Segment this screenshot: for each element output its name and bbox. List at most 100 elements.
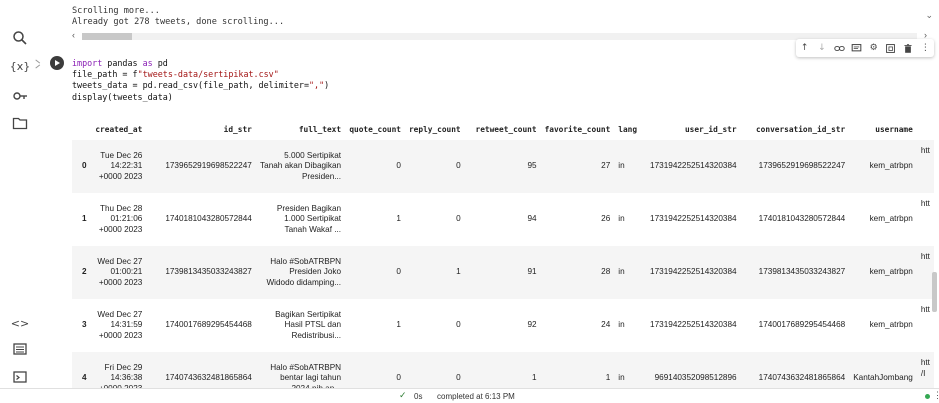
- row-index: 3: [82, 320, 87, 330]
- cell-reply-count: 0: [456, 214, 461, 224]
- column-header: [72, 118, 91, 140]
- column-header: lang: [618, 124, 638, 134]
- code-token: as: [142, 58, 153, 68]
- row-index: 4: [72, 352, 91, 388]
- move-down-icon[interactable]: ↓: [815, 41, 829, 55]
- check-icon: ✓: [399, 391, 407, 401]
- table-row: 1 Thu Dec 28 01:21:06 +0000 2023 1740181…: [72, 193, 934, 246]
- dataframe-output: created_at id_str full_text quote_count …: [72, 118, 934, 388]
- command-palette-icon[interactable]: [10, 339, 30, 359]
- cell-lang: in: [618, 320, 625, 330]
- cell-truncated: htt: [920, 199, 930, 208]
- run-cell-button[interactable]: [50, 56, 64, 70]
- cell-toolbar: ↑ ↓ ⚙ ⋮: [796, 39, 934, 57]
- column-header: id_str: [223, 124, 252, 134]
- cell-created-at: Fri Dec 29 14:36:38 +0000 2023: [90, 352, 147, 388]
- cell-lang: in: [614, 352, 642, 388]
- cell-conversation-id-str: 1739813435033243827: [740, 246, 850, 299]
- code-editor[interactable]: import pandas as pd file_path = f"tweets-…: [72, 58, 772, 103]
- table-row: 3 Wed Dec 27 14:31:59 +0000 2023 1740017…: [72, 299, 934, 352]
- comment-icon[interactable]: [849, 41, 863, 55]
- cell-reply-count: 0: [404, 352, 465, 388]
- cell-retweet-count: 95: [464, 140, 541, 193]
- code-token: import: [72, 58, 103, 68]
- more-icon[interactable]: ⋮: [933, 390, 939, 401]
- cell-conversation-id-str: 1739652919698522247: [740, 140, 850, 193]
- table-header-row: created_at id_str full_text quote_count …: [72, 118, 934, 140]
- cell-full-text: Halo #SobATRBPN bentar lagi tahun 2024 n…: [255, 352, 346, 388]
- cell-retweet-count: 92: [527, 320, 537, 330]
- column-header: full_text: [298, 124, 342, 134]
- column-header: conversation_id_str: [755, 124, 846, 134]
- cell-full-text: Halo #SobATRBPN Presiden Joko Widodo did…: [255, 246, 346, 299]
- output-line: Scrolling more...: [72, 6, 160, 16]
- cell-user-id-str: 1731942252514320384: [641, 246, 741, 299]
- cell-favorite-count: 1: [540, 352, 615, 388]
- link-icon[interactable]: [832, 41, 846, 55]
- cell-favorite-count: 24: [601, 320, 611, 330]
- execution-time: 0s: [414, 392, 423, 401]
- more-icon[interactable]: ⋮: [918, 41, 932, 55]
- code-token: tweets_data = pd.read_csv(file_path, del…: [72, 80, 309, 91]
- column-header: reply_count: [408, 124, 461, 134]
- cell-id-str: 1740017689295454468: [165, 320, 252, 330]
- code-token: ): [324, 80, 330, 91]
- cell-quote-count: 1: [396, 320, 401, 330]
- files-icon[interactable]: [10, 113, 30, 133]
- row-index: 2: [72, 246, 91, 299]
- move-up-icon[interactable]: ↑: [798, 41, 812, 55]
- cell-conversation-id-str: 1740181043280572844: [758, 214, 846, 224]
- scrollbar-track[interactable]: [82, 33, 917, 40]
- code-line: file_path = f"tweets-data/sertipikat.csv…: [72, 69, 772, 80]
- code-token: pandas: [102, 58, 143, 68]
- column-header: favorite_count: [544, 124, 611, 134]
- search-icon[interactable]: [10, 28, 30, 48]
- cell-username: KantahJombang: [849, 352, 917, 388]
- cell-quote-count: 0: [345, 246, 405, 299]
- cell-lang: in: [614, 246, 642, 299]
- output-line: Already got 278 tweets, done scrolling..…: [72, 17, 285, 27]
- scrollbar-thumb[interactable]: [82, 33, 132, 40]
- connection-status-icon[interactable]: [925, 394, 930, 399]
- notebook-window: {x} <> Scrolling more... Already got 278…: [0, 0, 939, 403]
- mirror-icon[interactable]: [884, 41, 898, 55]
- terminal-icon[interactable]: [10, 367, 30, 387]
- cell-retweet-count: 94: [527, 214, 537, 224]
- settings-icon[interactable]: ⚙: [867, 41, 881, 55]
- cell-id-str: 1740181043280572844: [165, 214, 252, 224]
- code-token: display(tweets_data): [72, 91, 173, 102]
- cell-username: kem_atrbpn: [849, 246, 917, 299]
- variables-icon[interactable]: {x}: [10, 56, 31, 76]
- delete-icon[interactable]: [901, 41, 915, 55]
- cell-created-at: Tue Dec 26 14:22:31 +0000 2023: [90, 140, 147, 193]
- code-snippets-icon[interactable]: <>: [10, 313, 30, 333]
- cell-collapse-toggle[interactable]: [34, 58, 46, 72]
- cell-id-str: 1739813435033243827: [146, 246, 256, 299]
- cell-favorite-count: 26: [601, 214, 611, 224]
- column-header: username: [875, 124, 913, 134]
- cell-username: kem_atrbpn: [849, 140, 917, 193]
- chevron-down-icon[interactable]: ⌄: [925, 10, 933, 21]
- code-line: import pandas as pd: [72, 58, 772, 69]
- cell-retweet-count: 1: [464, 352, 541, 388]
- column-header: [917, 118, 934, 140]
- output-vertical-scrollbar[interactable]: [932, 272, 937, 312]
- cell-quote-count: 0: [345, 140, 405, 193]
- cell-id-str: 1739652919698522247: [146, 140, 256, 193]
- chevron-left-icon[interactable]: ‹: [72, 30, 75, 40]
- row-index: 0: [72, 140, 91, 193]
- cell-created-at: Wed Dec 27 14:31:59 +0000 2023: [97, 309, 143, 340]
- cell-full-text: Presiden Bagikan 1.000 Sertipikat Tanah …: [276, 203, 342, 234]
- table-row: 4 Fri Dec 29 14:36:38 +0000 2023 1740743…: [72, 352, 934, 388]
- cell-reply-count: 1: [404, 246, 465, 299]
- code-token: pd: [152, 58, 168, 68]
- cell-conversation-id-str: 1740017689295454468: [758, 320, 846, 330]
- column-header: user_id_str: [684, 124, 737, 134]
- secrets-icon[interactable]: [10, 86, 30, 106]
- cell-favorite-count: 27: [540, 140, 615, 193]
- cell-full-text: Bagikan Sertipikat Hasil PTSL dan Redist…: [275, 309, 342, 340]
- cell-reply-count: 0: [456, 320, 461, 330]
- cell-lang: in: [618, 214, 625, 224]
- previous-cell-output: Scrolling more... Already got 278 tweets…: [72, 6, 932, 28]
- cell-user-id-str: 1731942252514320384: [650, 320, 737, 330]
